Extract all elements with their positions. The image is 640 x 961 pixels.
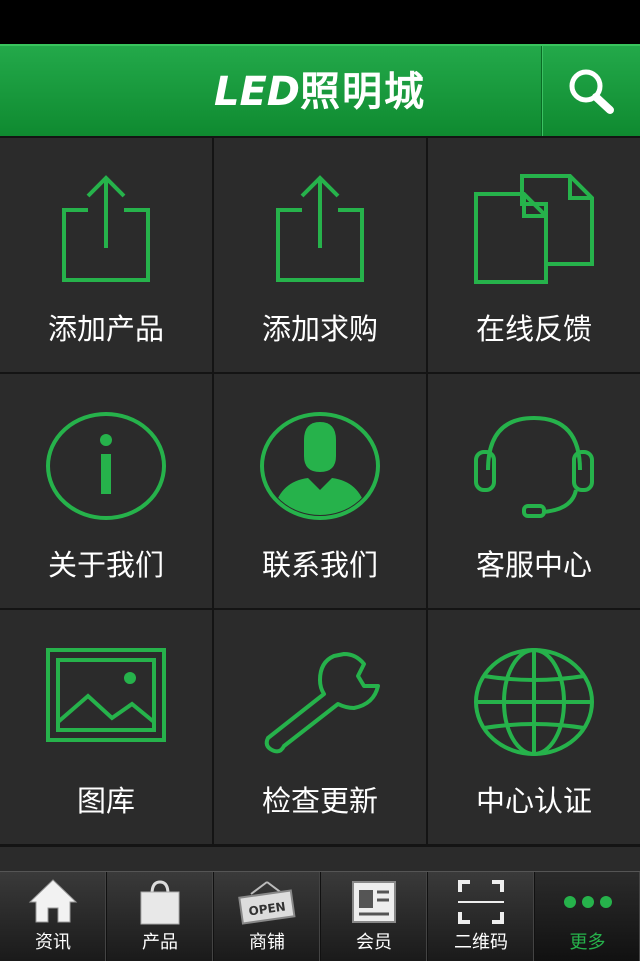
tab-label: 商铺 [249,932,285,953]
tab-label: 资讯 [35,932,71,953]
grid-label: 检查更新 [261,784,378,818]
tab-label: 更多 [569,932,606,953]
tab-members[interactable]: 会员 [321,872,428,961]
app-header: LED照明城 [0,44,640,136]
person-icon [260,412,380,520]
grid-item-certification[interactable]: 中心认证 [428,610,640,844]
grid-label: 联系我们 [261,548,378,582]
globe-icon [474,648,594,756]
headset-icon [474,415,594,518]
tab-label: 产品 [142,932,178,953]
grid-item-add-request[interactable]: 添加求购 [214,138,426,372]
grid-label: 关于我们 [47,548,164,582]
search-icon [569,69,614,114]
id-card-icon [352,881,396,923]
upload-icon [276,175,364,282]
menu-grid: 添加产品 添加求购 在线反馈 关于我们 联系我们 客服中心 图库 检查更新 中心… [0,136,640,847]
upload-icon [62,175,150,282]
status-bar [0,0,640,44]
qr-scan-icon [458,880,504,924]
open-sign-icon: OPEN [238,881,296,925]
tab-label: 二维码 [454,932,508,953]
grid-item-contact-us[interactable]: 联系我们 [214,374,426,608]
grid-item-add-product[interactable]: 添加产品 [0,138,212,372]
tab-qrcode[interactable]: 二维码 [428,872,535,961]
documents-icon [474,174,594,284]
tab-products[interactable]: 产品 [107,872,214,961]
grid-item-gallery[interactable]: 图库 [0,610,212,844]
info-icon [46,412,166,520]
logo-cn: 照明城 [300,69,426,115]
bottom-tab-bar: 资讯 产品 OPEN 商铺 会员 二维码 更多 [0,871,640,961]
logo-latin: LED [213,69,300,115]
tab-more[interactable]: 更多 [535,872,640,961]
grid-label: 图库 [76,784,135,818]
search-button[interactable] [541,46,640,136]
tab-news[interactable]: 资讯 [0,872,107,961]
grid-item-feedback[interactable]: 在线反馈 [428,138,640,372]
grid-item-service-center[interactable]: 客服中心 [428,374,640,608]
shopping-bag-icon [140,880,180,925]
grid-label: 在线反馈 [475,312,592,346]
grid-label: 添加产品 [47,312,164,346]
grid-item-check-update[interactable]: 检查更新 [214,610,426,844]
grid-label: 中心认证 [475,784,592,818]
grid-item-about-us[interactable]: 关于我们 [0,374,212,608]
image-icon [46,648,166,742]
home-icon [28,879,78,923]
more-dots-icon [563,896,612,908]
content-spacer [0,847,640,871]
tab-shops[interactable]: OPEN 商铺 [214,872,321,961]
grid-label: 客服中心 [475,548,592,582]
wrench-icon [264,652,380,754]
tab-label: 会员 [356,932,392,953]
grid-label: 添加求购 [261,312,378,346]
